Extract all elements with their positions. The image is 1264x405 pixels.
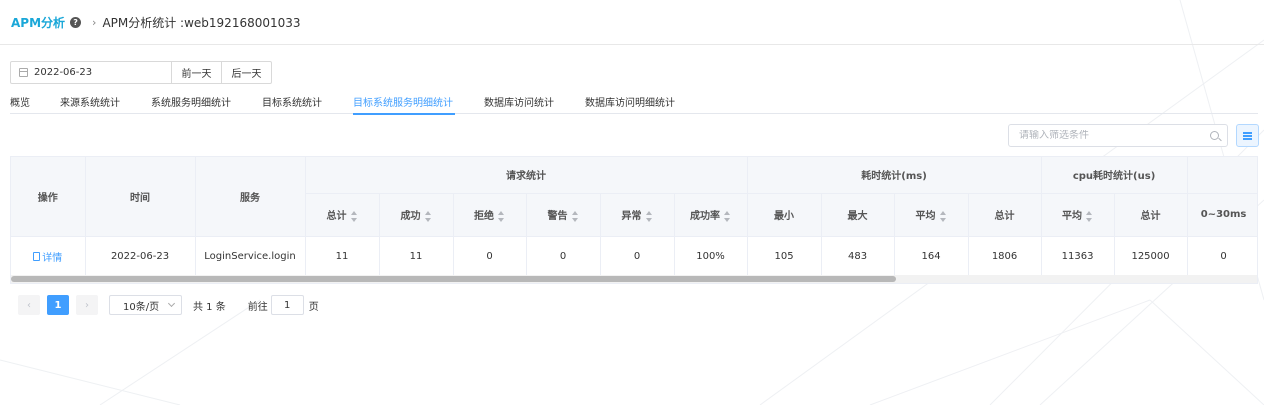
col-warn-header[interactable]: 警告 [526,193,601,237]
filter-input[interactable] [1019,130,1199,141]
stats-table: 操作 时间 服务 请求统计 耗时统计(ms) cpu耗时统计(us) 总计 成功… [11,157,1257,277]
col-cpu-sum-header: 总计 [1114,193,1188,237]
tab-overview[interactable]: 概览 [10,88,60,114]
chevron-right-icon: › [92,15,97,29]
group-cpu-header: cpu耗时统计(us) [1041,157,1188,194]
goto-label: 前往 [247,301,268,313]
col-time-header: 时间 [85,157,196,237]
chevron-down-icon [167,299,176,308]
cell-cpu-sum: 125000 [1114,236,1188,277]
prev-day-button[interactable]: 前一天 [172,61,222,84]
app-brand[interactable]: APM分析 [11,14,65,31]
page-jump-input[interactable] [270,295,304,315]
scrollbar-thumb[interactable] [11,276,896,282]
cell-action: 详情 [11,236,86,277]
col-success-header[interactable]: 成功 [379,193,454,237]
sort-caret-icon[interactable] [724,210,731,222]
search-icon[interactable] [1210,131,1219,140]
col-error-header[interactable]: 异常 [600,193,675,237]
col-avg-header[interactable]: 平均 [894,193,969,237]
cell-success: 11 [379,236,454,277]
column-settings-button[interactable] [1236,124,1259,147]
next-day-button[interactable]: 后一天 [222,61,272,84]
sort-caret-icon[interactable] [1086,210,1093,222]
stats-table-container: 操作 时间 服务 请求统计 耗时统计(ms) cpu耗时统计(us) 总计 成功… [10,156,1258,284]
calendar-icon [19,68,28,77]
cell-avg: 164 [894,236,969,277]
document-icon [33,251,41,261]
tab-db-access-detail[interactable]: 数据库访问明细统计 [585,88,705,114]
question-circle-icon[interactable]: ? [70,16,82,28]
sort-caret-icon[interactable] [645,210,653,222]
stat-tabs: 概览 来源系统统计 系统服务明细统计 目标系统统计 目标系统服务明细统计 数据库… [10,88,1258,115]
sort-caret-icon[interactable] [424,210,432,222]
page-header: APM分析 ? › APM分析统计 :web192168001033 [0,0,1264,45]
cell-service: LoginService.login [195,236,306,277]
col-action-header: 操作 [11,157,86,237]
col-reject-header[interactable]: 拒绝 [453,193,527,237]
page-suffix: 页 [308,301,319,313]
col-cpu-avg-header[interactable]: 平均 [1041,193,1115,237]
detail-link[interactable]: 详情 [33,249,62,264]
tab-db-access[interactable]: 数据库访问统计 [484,88,585,114]
col-rate-header[interactable]: 成功率 [674,193,748,237]
sort-caret-icon[interactable] [571,210,579,222]
sort-caret-icon[interactable] [350,210,358,222]
cell-cpu-avg: 11363 [1041,236,1115,277]
col-bucket-header: 0~30ms [1187,193,1257,237]
tab-target-system[interactable]: 目标系统统计 [262,88,353,114]
group-request-header: 请求统计 [305,157,748,194]
breadcrumb: APM分析统计 :web192168001033 [102,15,301,30]
filter-box [1008,124,1228,147]
col-sum-header: 总计 [968,193,1042,237]
col-total-header[interactable]: 总计 [305,193,380,237]
tab-source-system[interactable]: 来源系统统计 [60,88,151,114]
tab-target-service-detail[interactable]: 目标系统服务明细统计 [353,88,455,115]
page-number-current[interactable]: 1 [47,295,69,315]
col-max-header: 最大 [821,193,895,237]
cell-reject: 0 [453,236,527,277]
prev-page-button[interactable]: ‹ [18,295,40,315]
col-min-header: 最小 [747,193,822,237]
cell-max: 483 [821,236,895,277]
sort-caret-icon[interactable] [939,210,947,222]
total-count: 共 1 条 [193,301,226,313]
date-selector: 2022-06-23 前一天 后一天 [10,61,272,84]
cell-warn: 0 [526,236,601,277]
horizontal-scrollbar[interactable] [11,275,1257,283]
date-picker-input[interactable]: 2022-06-23 [10,61,172,84]
cell-bucket: 0 [1187,236,1257,277]
cell-rate: 100% [674,236,748,277]
group-distribution-header [1187,157,1257,194]
table-grid-icon [1243,131,1252,140]
page-size-select[interactable]: 10条/页 [109,295,182,315]
cell-sum: 1806 [968,236,1042,277]
group-elapsed-header: 耗时统计(ms) [747,157,1042,194]
date-value: 2022-06-23 [34,67,93,78]
cell-error: 0 [600,236,675,277]
col-service-header: 服务 [195,157,306,237]
table-row: 详情 2022-06-23 LoginService.login 11 11 0… [11,236,1257,277]
tab-system-service-detail[interactable]: 系统服务明细统计 [151,88,262,114]
cell-min: 105 [747,236,822,277]
cell-total: 11 [305,236,380,277]
pagination: ‹ 1 › 10条/页 共 1 条 前往 页 [18,295,319,315]
next-page-button[interactable]: › [76,295,98,315]
cell-time: 2022-06-23 [85,236,196,277]
sort-caret-icon[interactable] [498,210,505,222]
